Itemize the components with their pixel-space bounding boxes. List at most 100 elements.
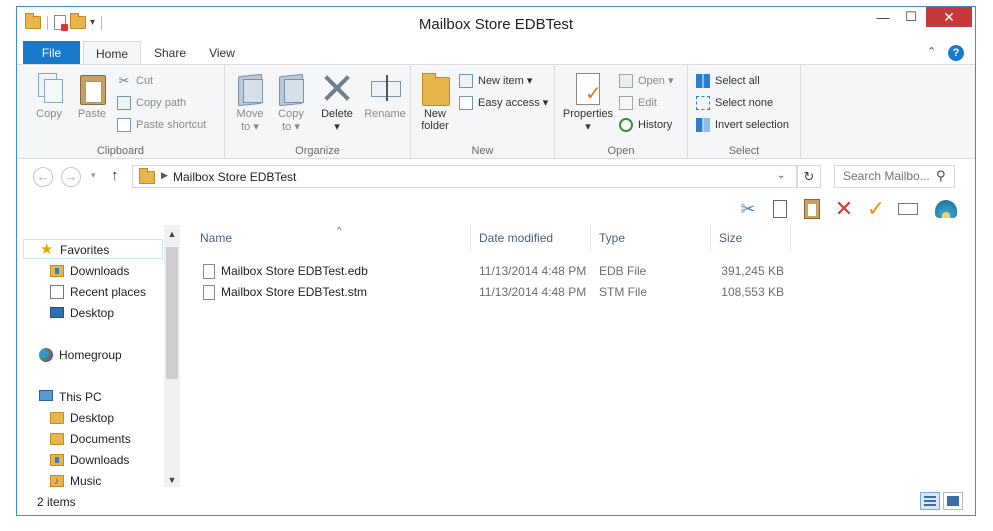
downloads-folder-icon — [50, 454, 64, 466]
back-button[interactable]: ← — [33, 167, 53, 187]
up-button[interactable]: ↑ — [111, 167, 119, 184]
column-header-type[interactable]: Type — [591, 225, 711, 251]
address-bar[interactable]: ▶ Mailbox Store EDBTest ⌄ — [132, 165, 797, 188]
ribbon: Copy Paste ✂ Cut Copy path Paste shortcu… — [17, 64, 975, 159]
cut-button[interactable]: ✂ Cut — [117, 71, 154, 91]
easy-access-button[interactable]: Easy access ▾ — [459, 93, 548, 113]
rename-icon[interactable] — [896, 197, 920, 221]
select-none-button[interactable]: Select none — [696, 93, 773, 113]
folder-icon — [139, 168, 155, 184]
nav-item-favorites[interactable]: ★ Favorites — [23, 239, 163, 259]
select-group-label: Select — [728, 145, 760, 157]
paste-shortcut-button[interactable]: Paste shortcut — [117, 115, 206, 135]
chevron-down-icon[interactable]: ⌄ — [777, 170, 785, 181]
copy-to-label-to: to — [282, 121, 292, 133]
new-item-button[interactable]: New item ▾ — [459, 71, 532, 91]
open-group: Properties ▾ Open ▾ Edit History Open — [555, 65, 688, 159]
window-title: Mailbox Store EDBTest — [418, 16, 574, 33]
nav-item-documents[interactable]: Documents — [23, 429, 163, 449]
close-button[interactable]: ✕ — [926, 7, 972, 27]
address-path[interactable]: Mailbox Store EDBTest — [173, 170, 296, 184]
properties-button[interactable]: Properties ▾ — [559, 71, 617, 133]
nav-item-label: Homegroup — [59, 348, 122, 362]
column-header-name[interactable]: Name ^ — [192, 225, 471, 251]
search-input[interactable] — [843, 169, 935, 183]
column-header-label: Name — [200, 231, 233, 245]
history-label: History — [638, 119, 673, 131]
copy-icon[interactable] — [768, 197, 792, 221]
paste-icon — [77, 71, 107, 105]
rename-icon — [370, 71, 401, 105]
chevron-right-icon[interactable]: ▶ — [161, 170, 168, 181]
file-list: Name ^ Date modified Type Size Mailbox S… — [192, 225, 975, 487]
tab-share[interactable]: Share — [141, 41, 199, 65]
file-name: Mailbox Store EDBTest.stm — [221, 285, 368, 299]
forward-button[interactable]: → — [61, 167, 81, 187]
history-icon — [619, 118, 633, 132]
shell-icon[interactable] — [934, 197, 958, 221]
search-box[interactable]: ⚲ — [834, 165, 955, 188]
tab-home[interactable]: Home — [83, 41, 141, 65]
nav-item-downloads[interactable]: Downloads — [23, 261, 163, 281]
help-icon[interactable]: ? — [948, 45, 964, 61]
edit-button[interactable]: Edit — [619, 93, 657, 113]
rename-button[interactable]: Rename — [362, 71, 408, 120]
new-item-label: New item — [478, 75, 524, 87]
documents-folder-icon — [50, 433, 64, 445]
invert-selection-button[interactable]: Invert selection — [696, 115, 789, 135]
recent-locations-icon[interactable]: ▾ — [91, 170, 96, 181]
open-label: Open — [638, 75, 665, 87]
title-bar: ▾ Mailbox Store EDBTest — ☐ ✕ — [17, 7, 975, 41]
properties-label: Properties — [562, 108, 614, 120]
downloads-folder-icon — [50, 265, 64, 277]
nav-item-recent-places[interactable]: Recent places — [23, 282, 163, 302]
move-to-button[interactable]: Move to ▾ — [230, 71, 270, 133]
copy-path-button[interactable]: Copy path — [117, 93, 186, 113]
tab-view[interactable]: View — [199, 41, 245, 65]
move-to-label: Move — [236, 108, 264, 120]
paste-icon[interactable] — [800, 197, 824, 221]
paste-shortcut-icon — [117, 118, 131, 132]
nav-item-pc-desktop[interactable]: Desktop — [23, 408, 163, 428]
nav-item-pc-downloads[interactable]: Downloads — [23, 450, 163, 470]
file-row[interactable]: Mailbox Store EDBTest.stm 11/13/2014 4:4… — [192, 282, 792, 303]
details-view-icon[interactable] — [920, 492, 940, 510]
delete-icon[interactable]: ✕ — [832, 197, 856, 221]
scrollbar-thumb[interactable] — [166, 247, 178, 379]
new-folder-button[interactable]: New folder — [415, 71, 455, 132]
check-icon[interactable]: ✓ — [864, 197, 888, 221]
maximize-button[interactable]: ☐ — [897, 7, 925, 27]
select-all-button[interactable]: Select all — [696, 71, 760, 91]
nav-scrollbar[interactable]: ▲ ▼ — [164, 225, 180, 487]
paste-button[interactable]: Paste — [72, 71, 112, 120]
paste-shortcut-label: Paste shortcut — [136, 119, 207, 131]
minimize-button[interactable]: — — [869, 7, 897, 27]
open-button[interactable]: Open ▾ — [619, 71, 674, 91]
nav-item-desktop[interactable]: Desktop — [23, 303, 163, 323]
collapse-ribbon-icon[interactable]: ⌃ — [927, 45, 936, 58]
cut-icon[interactable]: ✂ — [736, 197, 760, 221]
nav-item-homegroup[interactable]: Homegroup — [23, 345, 163, 365]
select-none-icon — [696, 96, 710, 110]
refresh-button[interactable]: ↻ — [797, 165, 821, 188]
properties-dropdown-icon[interactable]: ▾ — [559, 120, 617, 133]
large-icons-view-icon[interactable] — [943, 492, 963, 510]
file-type: STM File — [599, 285, 647, 299]
file-date: 11/13/2014 4:48 PM — [479, 285, 587, 299]
tab-file[interactable]: File — [23, 41, 80, 65]
nav-item-this-pc[interactable]: This PC — [23, 387, 163, 407]
search-icon[interactable]: ⚲ — [936, 168, 946, 184]
scroll-down-icon[interactable]: ▼ — [164, 475, 180, 485]
open-group-label: Open — [607, 145, 635, 157]
column-header-size[interactable]: Size — [711, 225, 791, 251]
invert-selection-label: Invert selection — [715, 119, 789, 131]
copy-button[interactable]: Copy — [29, 71, 69, 120]
history-button[interactable]: History — [619, 115, 672, 135]
scroll-up-icon[interactable]: ▲ — [164, 229, 180, 239]
column-header-date[interactable]: Date modified — [471, 225, 591, 251]
copy-to-button[interactable]: Copy to ▾ — [271, 71, 311, 133]
file-row[interactable]: Mailbox Store EDBTest.edb 11/13/2014 4:4… — [192, 261, 792, 282]
delete-dropdown-icon[interactable]: ▾ — [315, 120, 359, 133]
delete-button[interactable]: Delete ▾ — [315, 71, 359, 133]
cut-label: Cut — [136, 75, 154, 87]
